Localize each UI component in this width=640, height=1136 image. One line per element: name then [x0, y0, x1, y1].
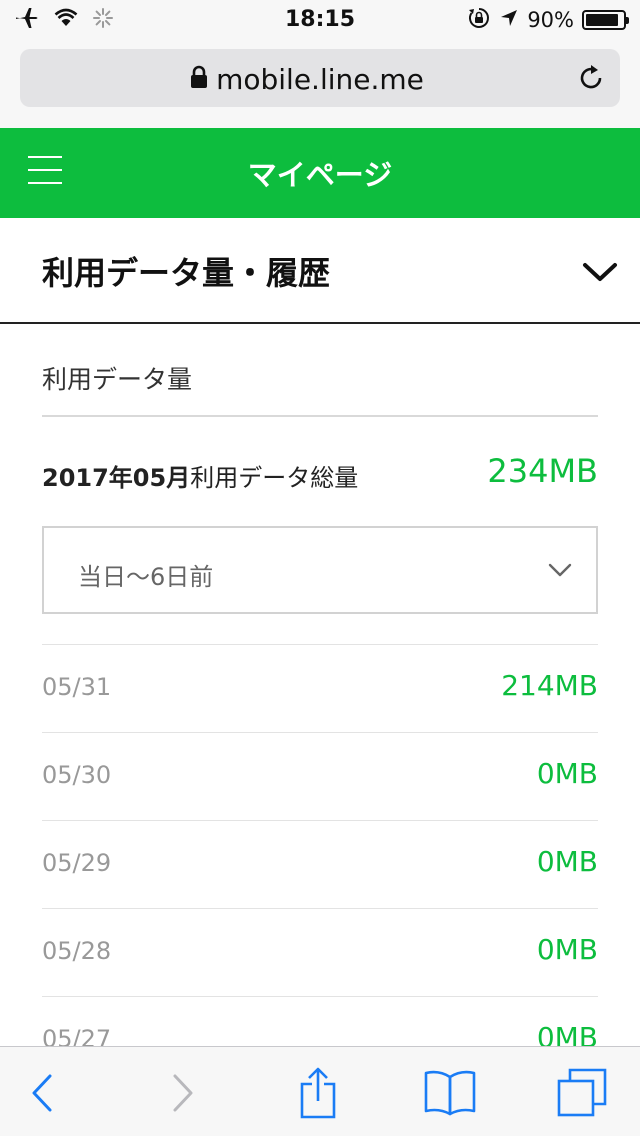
tabs-icon[interactable] [554, 1067, 610, 1119]
chevron-down-icon [548, 562, 572, 582]
bookmarks-icon[interactable] [422, 1067, 478, 1119]
rotation-lock-icon [467, 6, 491, 35]
back-icon[interactable] [14, 1067, 70, 1119]
day-date: 05/31 [42, 673, 112, 701]
address-bar[interactable]: mobile.line.me [20, 49, 620, 107]
total-label-text: 利用データ総量 [190, 464, 359, 492]
location-arrow-icon [499, 8, 519, 33]
total-usage-label: 2017年05月利用データ総量 [42, 458, 358, 493]
section-header[interactable]: 利用データ量・履歴 [0, 218, 640, 324]
list-item: 05/30 0MB [42, 732, 598, 820]
range-selected-value: 当日〜6日前 [78, 563, 214, 591]
status-right: 90% [467, 6, 629, 35]
forward-icon[interactable] [155, 1067, 211, 1119]
battery-percent: 90% [527, 8, 574, 32]
app-header: マイページ [0, 128, 640, 218]
list-item: 05/28 0MB [42, 908, 598, 996]
day-date: 05/30 [42, 761, 112, 789]
section-title: 利用データ量・履歴 [42, 254, 331, 292]
total-usage-row: 2017年05月利用データ総量 234MB [42, 452, 598, 494]
browser-address-area: mobile.line.me [0, 40, 640, 128]
total-month: 2017年05月 [42, 464, 191, 492]
day-value: 214MB [501, 669, 598, 702]
url-text[interactable]: mobile.line.me [20, 63, 620, 96]
day-date: 05/28 [42, 937, 112, 965]
day-value: 0MB [536, 757, 598, 790]
day-value: 0MB [536, 933, 598, 966]
divider [42, 415, 598, 417]
battery-icon [582, 10, 629, 30]
day-value: 0MB [536, 845, 598, 878]
share-icon[interactable] [290, 1067, 346, 1119]
chevron-down-icon[interactable] [582, 262, 618, 288]
usage-subtitle: 利用データ量 [42, 365, 193, 394]
reload-icon[interactable] [576, 63, 606, 97]
list-item: 05/31 214MB [42, 644, 598, 732]
range-select[interactable]: 当日〜6日前 [42, 526, 598, 614]
page-title: マイページ [247, 158, 393, 192]
total-usage-value: 234MB [487, 452, 598, 490]
list-item: 05/29 0MB [42, 820, 598, 908]
status-bar: 18:15 90% [0, 0, 640, 40]
browser-toolbar [0, 1046, 640, 1136]
day-date: 05/29 [42, 849, 112, 877]
